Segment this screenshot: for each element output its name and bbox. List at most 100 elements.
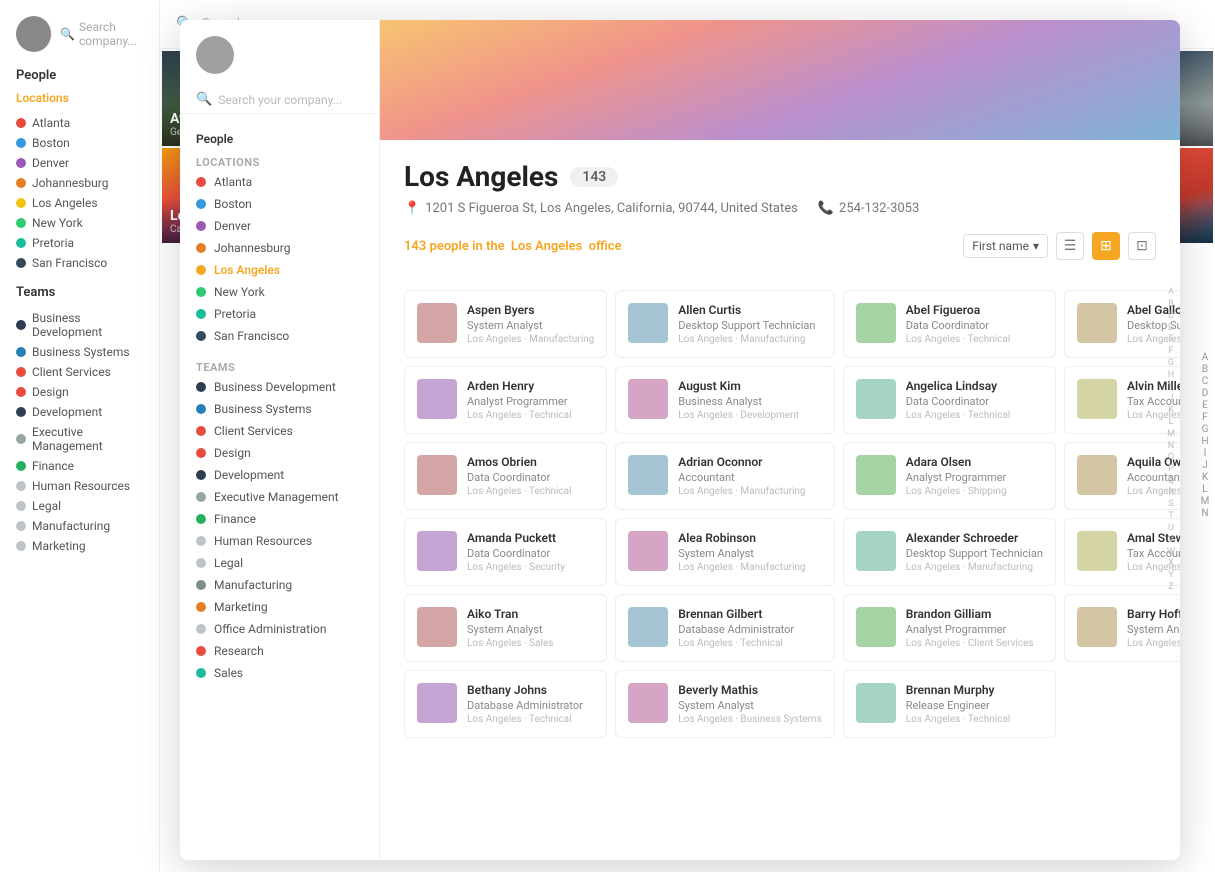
overlay-alpha-letter[interactable]: M — [1167, 429, 1175, 440]
grid-view-btn[interactable]: ⊞ — [1092, 232, 1120, 260]
bg-team-item[interactable]: Finance — [16, 456, 143, 476]
overlay-team-item[interactable]: Office Administration — [180, 618, 379, 640]
overlay-alpha-letter[interactable]: O — [1168, 452, 1174, 463]
bg-alpha-letter[interactable]: B — [1202, 365, 1208, 375]
overlay-alpha-letter[interactable]: T — [1168, 511, 1173, 522]
bg-alpha-letter[interactable]: N — [1201, 509, 1208, 519]
overlay-team-item[interactable]: Research — [180, 640, 379, 662]
overlay-location-item[interactable]: Pretoria — [180, 303, 379, 325]
bg-team-item[interactable]: Executive Management — [16, 422, 143, 456]
person-card[interactable]: Alea Robinson System Analyst Los Angeles… — [615, 518, 834, 586]
bg-team-item[interactable]: Legal — [16, 496, 143, 516]
overlay-team-item[interactable]: Business Systems — [180, 398, 379, 420]
overlay-team-item[interactable]: Executive Management — [180, 486, 379, 508]
overlay-location-item[interactable]: New York — [180, 281, 379, 303]
person-card[interactable]: Adara Olsen Analyst Programmer Los Angel… — [843, 442, 1056, 510]
overlay-alpha-letter[interactable]: Z — [1168, 582, 1173, 593]
person-card[interactable]: Abel Figueroa Data Coordinator Los Angel… — [843, 290, 1056, 358]
bg-location-item[interactable]: Atlanta — [16, 113, 143, 133]
sort-select[interactable]: First name ▾ — [963, 234, 1048, 258]
bg-location-item[interactable]: New York — [16, 213, 143, 233]
overlay-alpha-letter[interactable]: Y — [1168, 570, 1173, 581]
person-card[interactable]: Aiko Tran System Analyst Los Angeles · S… — [404, 594, 607, 662]
overlay-team-item[interactable]: Development — [180, 464, 379, 486]
person-card[interactable]: Allen Curtis Desktop Support Technician … — [615, 290, 834, 358]
overlay-alpha-letter[interactable]: U — [1168, 523, 1174, 534]
overlay-alpha-letter[interactable]: X — [1168, 558, 1174, 569]
overlay-location-item[interactable]: Atlanta — [180, 171, 379, 193]
bg-alpha-letter[interactable]: G — [1202, 425, 1209, 435]
bg-alpha-letter[interactable]: H — [1201, 437, 1208, 447]
bg-team-item[interactable]: Design — [16, 382, 143, 402]
overlay-location-item[interactable]: Los Angeles — [180, 259, 379, 281]
overlay-alpha-letter[interactable]: A — [1168, 287, 1174, 298]
overlay-team-item[interactable]: Business Development — [180, 376, 379, 398]
bg-location-item[interactable]: San Francisco — [16, 253, 143, 273]
overlay-team-item[interactable]: Legal — [180, 552, 379, 574]
bg-alpha-letter[interactable]: M — [1201, 497, 1210, 507]
overlay-alpha-letter[interactable]: P — [1168, 464, 1174, 475]
person-card[interactable]: Adrian Oconnor Accountant Los Angeles · … — [615, 442, 834, 510]
bg-alpha-letter[interactable]: C — [1202, 377, 1209, 387]
bg-location-item[interactable]: Johannesburg — [16, 173, 143, 193]
overlay-alpha-letter[interactable]: Q — [1168, 476, 1174, 487]
overlay-team-item[interactable]: Finance — [180, 508, 379, 530]
bg-alpha-letter[interactable]: A — [1202, 353, 1209, 363]
overlay-team-item[interactable]: Design — [180, 442, 379, 464]
bg-team-item[interactable]: Human Resources — [16, 476, 143, 496]
person-card[interactable]: August Kim Business Analyst Los Angeles … — [615, 366, 834, 434]
bg-alpha-letter[interactable]: I — [1204, 449, 1207, 459]
overlay-alpha-letter[interactable]: B — [1168, 299, 1174, 310]
bg-alpha-letter[interactable]: K — [1202, 473, 1208, 483]
person-card[interactable]: Angelica Lindsay Data Coordinator Los An… — [843, 366, 1056, 434]
overlay-alpha-letter[interactable]: N — [1168, 441, 1174, 452]
bg-location-item[interactable]: Boston — [16, 133, 143, 153]
overlay-alpha-letter[interactable]: L — [1169, 417, 1174, 428]
bg-team-item[interactable]: Manufacturing — [16, 516, 143, 536]
person-card[interactable]: Aspen Byers System Analyst Los Angeles ·… — [404, 290, 607, 358]
overlay-alpha-letter[interactable]: K — [1168, 405, 1174, 416]
overlay-location-item[interactable]: Boston — [180, 193, 379, 215]
bg-location-item[interactable]: Los Angeles — [16, 193, 143, 213]
overlay-location-item[interactable]: Johannesburg — [180, 237, 379, 259]
person-card[interactable]: Arden Henry Analyst Programmer Los Angel… — [404, 366, 607, 434]
bg-team-item[interactable]: Development — [16, 402, 143, 422]
list-view-btn[interactable]: ☰ — [1056, 232, 1084, 260]
compact-view-btn[interactable]: ⊡ — [1128, 232, 1156, 260]
overlay-team-item[interactable]: Human Resources — [180, 530, 379, 552]
overlay-team-item[interactable]: Manufacturing — [180, 574, 379, 596]
bg-team-item[interactable]: Business Systems — [16, 342, 143, 362]
bg-team-item[interactable]: Client Services — [16, 362, 143, 382]
bg-alpha-letter[interactable]: E — [1202, 401, 1208, 411]
person-card[interactable]: Beverly Mathis System Analyst Los Angele… — [615, 670, 834, 738]
overlay-alpha-letter[interactable]: E — [1168, 334, 1173, 345]
overlay-location-item[interactable]: Denver — [180, 215, 379, 237]
bg-alpha-letter[interactable]: D — [1202, 389, 1209, 399]
person-card[interactable]: Amanda Puckett Data Coordinator Los Ange… — [404, 518, 607, 586]
overlay-location-item[interactable]: San Francisco — [180, 325, 379, 347]
overlay-alpha-letter[interactable]: H — [1168, 370, 1174, 381]
overlay-alpha-letter[interactable]: F — [1169, 346, 1174, 357]
person-card[interactable]: Brennan Murphy Release Engineer Los Ange… — [843, 670, 1056, 738]
overlay-alpha-letter[interactable]: J — [1169, 393, 1174, 404]
person-card[interactable]: Amos Obrien Data Coordinator Los Angeles… — [404, 442, 607, 510]
overlay-alpha-letter[interactable]: C — [1168, 311, 1174, 322]
bg-alpha-letter[interactable]: J — [1202, 461, 1208, 471]
person-card[interactable]: Alexander Schroeder Desktop Support Tech… — [843, 518, 1056, 586]
person-card[interactable]: Brandon Gilliam Analyst Programmer Los A… — [843, 594, 1056, 662]
overlay-team-item[interactable]: Sales — [180, 662, 379, 684]
bg-location-item[interactable]: Pretoria — [16, 233, 143, 253]
overlay-alpha-letter[interactable]: G — [1168, 358, 1174, 369]
overlay-search[interactable]: 🔍 Search your company... — [180, 86, 379, 114]
overlay-team-item[interactable]: Marketing — [180, 596, 379, 618]
overlay-team-item[interactable]: Client Services — [180, 420, 379, 442]
bg-team-item[interactable]: Business Development — [16, 308, 143, 342]
overlay-alpha-letter[interactable]: R — [1168, 488, 1174, 499]
overlay-alpha-letter[interactable]: W — [1167, 547, 1175, 558]
overlay-alpha-letter[interactable]: D — [1168, 323, 1174, 334]
person-card[interactable]: Bethany Johns Database Administrator Los… — [404, 670, 607, 738]
person-card[interactable]: Brennan Gilbert Database Administrator L… — [615, 594, 834, 662]
overlay-alpha-letter[interactable]: V — [1168, 535, 1174, 546]
bg-alpha-letter[interactable]: L — [1202, 485, 1207, 495]
bg-alpha-letter[interactable]: F — [1202, 413, 1208, 423]
